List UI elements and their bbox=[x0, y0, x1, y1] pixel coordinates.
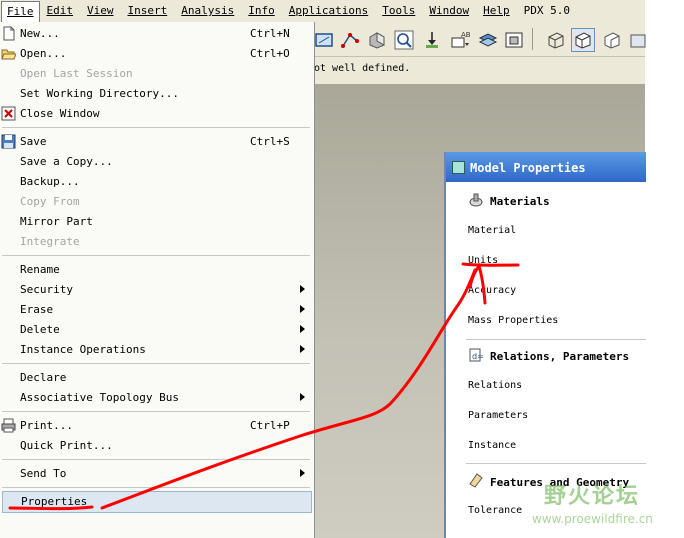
arrow-head-stroke bbox=[468, 262, 487, 305]
underline-properties-stroke bbox=[8, 505, 94, 511]
arrow-path-stroke bbox=[100, 268, 477, 510]
underline-units-stroke bbox=[461, 262, 520, 267]
annotation-strokes bbox=[8, 262, 520, 511]
